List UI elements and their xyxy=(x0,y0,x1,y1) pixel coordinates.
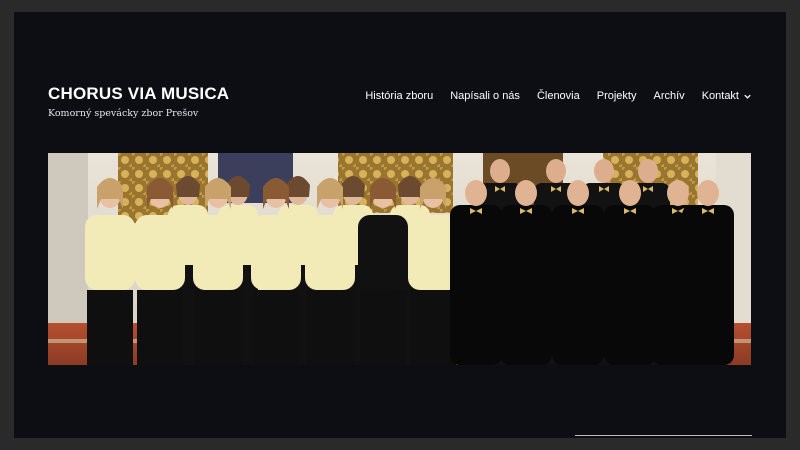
member-body xyxy=(251,215,301,290)
nav-item-label: História zboru xyxy=(365,90,434,102)
left-column xyxy=(48,153,88,323)
chevron-down-icon[interactable] xyxy=(743,92,752,101)
member-skirt xyxy=(253,290,299,365)
member-skirt xyxy=(410,290,456,365)
nav-item-clenovia[interactable]: Členovia xyxy=(537,90,580,102)
member-face xyxy=(638,159,658,183)
member-face xyxy=(619,180,641,206)
member-face xyxy=(567,180,589,206)
member-skirt xyxy=(195,290,241,365)
member-body xyxy=(604,205,656,365)
nav-item-historia-zboru[interactable]: História zboru xyxy=(365,90,433,102)
page-background: CHORUS VIA MUSICA Komorný spevácky zbor … xyxy=(14,12,786,438)
nav-item-kontakt[interactable]: Kontakt xyxy=(702,90,752,102)
member-body xyxy=(682,205,734,365)
nav-item-label: Napísali o nás xyxy=(450,90,520,102)
nav-item-napisali-o-nas[interactable]: Napísali o nás xyxy=(450,90,520,102)
member-face xyxy=(546,159,566,183)
divider-line xyxy=(575,435,752,436)
member-skirt xyxy=(87,290,133,365)
member-face xyxy=(594,159,614,183)
nav-item-label: Členovia xyxy=(536,90,580,102)
member-body xyxy=(552,205,604,365)
member-body xyxy=(193,215,243,290)
choir-group-photo xyxy=(48,153,751,365)
choir-members xyxy=(85,159,734,365)
site-description: Komorný spevácky zbor Prešov xyxy=(48,108,199,119)
member-body xyxy=(305,215,355,290)
nav-item-label: Kontakt xyxy=(701,90,739,102)
nav-item-projekty[interactable]: Projekty xyxy=(597,90,637,102)
member-face xyxy=(465,180,487,206)
member-face xyxy=(667,180,689,206)
member-body xyxy=(85,215,135,290)
nav-item-archiv[interactable]: Archív xyxy=(654,90,685,102)
site-title[interactable]: CHORUS VIA MUSICA xyxy=(48,84,229,104)
member-body xyxy=(135,215,185,290)
member-face xyxy=(515,180,537,206)
main-navigation: História zboru Napísali o nás Členovia P… xyxy=(365,90,752,102)
nav-item-label: Projekty xyxy=(596,90,637,102)
member-skirt xyxy=(307,290,353,365)
member-body xyxy=(450,205,502,365)
member-face xyxy=(697,180,719,206)
member-body xyxy=(500,205,552,365)
member-body xyxy=(358,215,408,290)
member-face xyxy=(490,159,510,183)
member-skirt xyxy=(360,290,406,365)
nav-item-label: Archív xyxy=(653,90,685,102)
hero-image xyxy=(48,153,751,365)
member-skirt xyxy=(137,290,183,365)
